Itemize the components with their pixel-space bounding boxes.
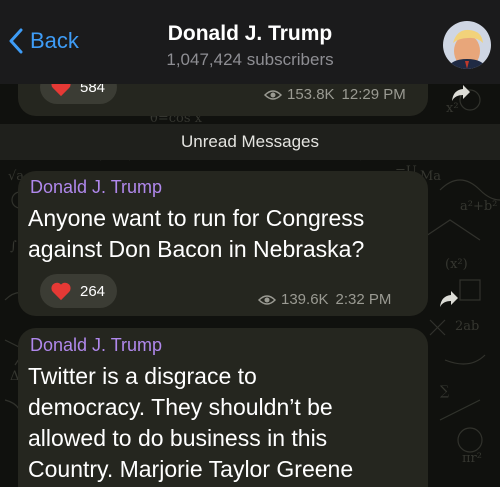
channel-info[interactable]: Donald J. Trump 1,047,424 subscribers [120, 22, 380, 72]
share-arrow-icon [452, 85, 470, 101]
telegram-channel-screen: x² Ma a²+b² (x²) √a 2ab ∑ πr² ∫ Δx =U θ=… [0, 0, 500, 487]
message-line: Country. Marjorie Taylor Greene [28, 456, 354, 482]
avatar[interactable] [443, 21, 491, 69]
message-line: Twitter is a disgrace to [28, 363, 257, 389]
heart-reaction[interactable]: 264 [40, 274, 118, 308]
message-bubble[interactable]: Donald J. Trump Twitter is a disgrace to… [18, 328, 428, 487]
eye-icon [258, 294, 276, 305]
view-count: 139.6K [281, 291, 329, 308]
channel-title: Donald J. Trump [167, 22, 333, 45]
svg-text:πr²: πr² [462, 451, 482, 466]
share-button[interactable] [432, 282, 466, 316]
message-meta: 153.8K 12:29 PM [264, 86, 406, 103]
sender-name[interactable]: Donald J. Trump [30, 335, 162, 356]
message-time: 12:29 PM [341, 86, 406, 103]
message-line: Anyone want to run for Congress [28, 205, 365, 231]
message-line: against Don Bacon in Nebraska? [28, 236, 365, 262]
svg-text:∫: ∫ [10, 239, 17, 254]
chat-header: Back Donald J. Trump 1,047,424 subscribe… [0, 0, 500, 84]
message-line: democracy. They shouldn’t be [28, 394, 333, 420]
sender-name[interactable]: Donald J. Trump [30, 177, 162, 198]
avatar-image [443, 21, 491, 69]
svg-text:(x²): (x²) [445, 257, 468, 272]
svg-text:2ab: 2ab [455, 319, 479, 334]
message-time: 2:32 PM [335, 291, 392, 308]
message-meta: 139.6K 2:32 PM [258, 291, 391, 308]
message-line: allowed to do business in this [28, 425, 328, 451]
back-button[interactable]: Back [8, 28, 79, 54]
svg-text:∑: ∑ [440, 384, 450, 399]
heart-icon [51, 282, 71, 301]
view-count: 153.8K [287, 86, 335, 103]
eye-icon [264, 89, 282, 100]
reaction-count: 264 [80, 282, 106, 300]
message-text: Anyone want to run for Congress against … [28, 203, 418, 265]
chevron-left-icon [9, 28, 23, 54]
subscriber-count: 1,047,424 subscribers [166, 50, 334, 69]
unread-messages-divider: Unread Messages [0, 124, 500, 160]
back-label: Back [30, 28, 79, 53]
share-arrow-icon [440, 291, 458, 307]
svg-text:a²+b²: a²+b² [460, 199, 497, 214]
message-bubble[interactable]: Donald J. Trump Anyone want to run for C… [18, 171, 428, 316]
message-text: Twitter is a disgrace to democracy. They… [28, 361, 418, 485]
